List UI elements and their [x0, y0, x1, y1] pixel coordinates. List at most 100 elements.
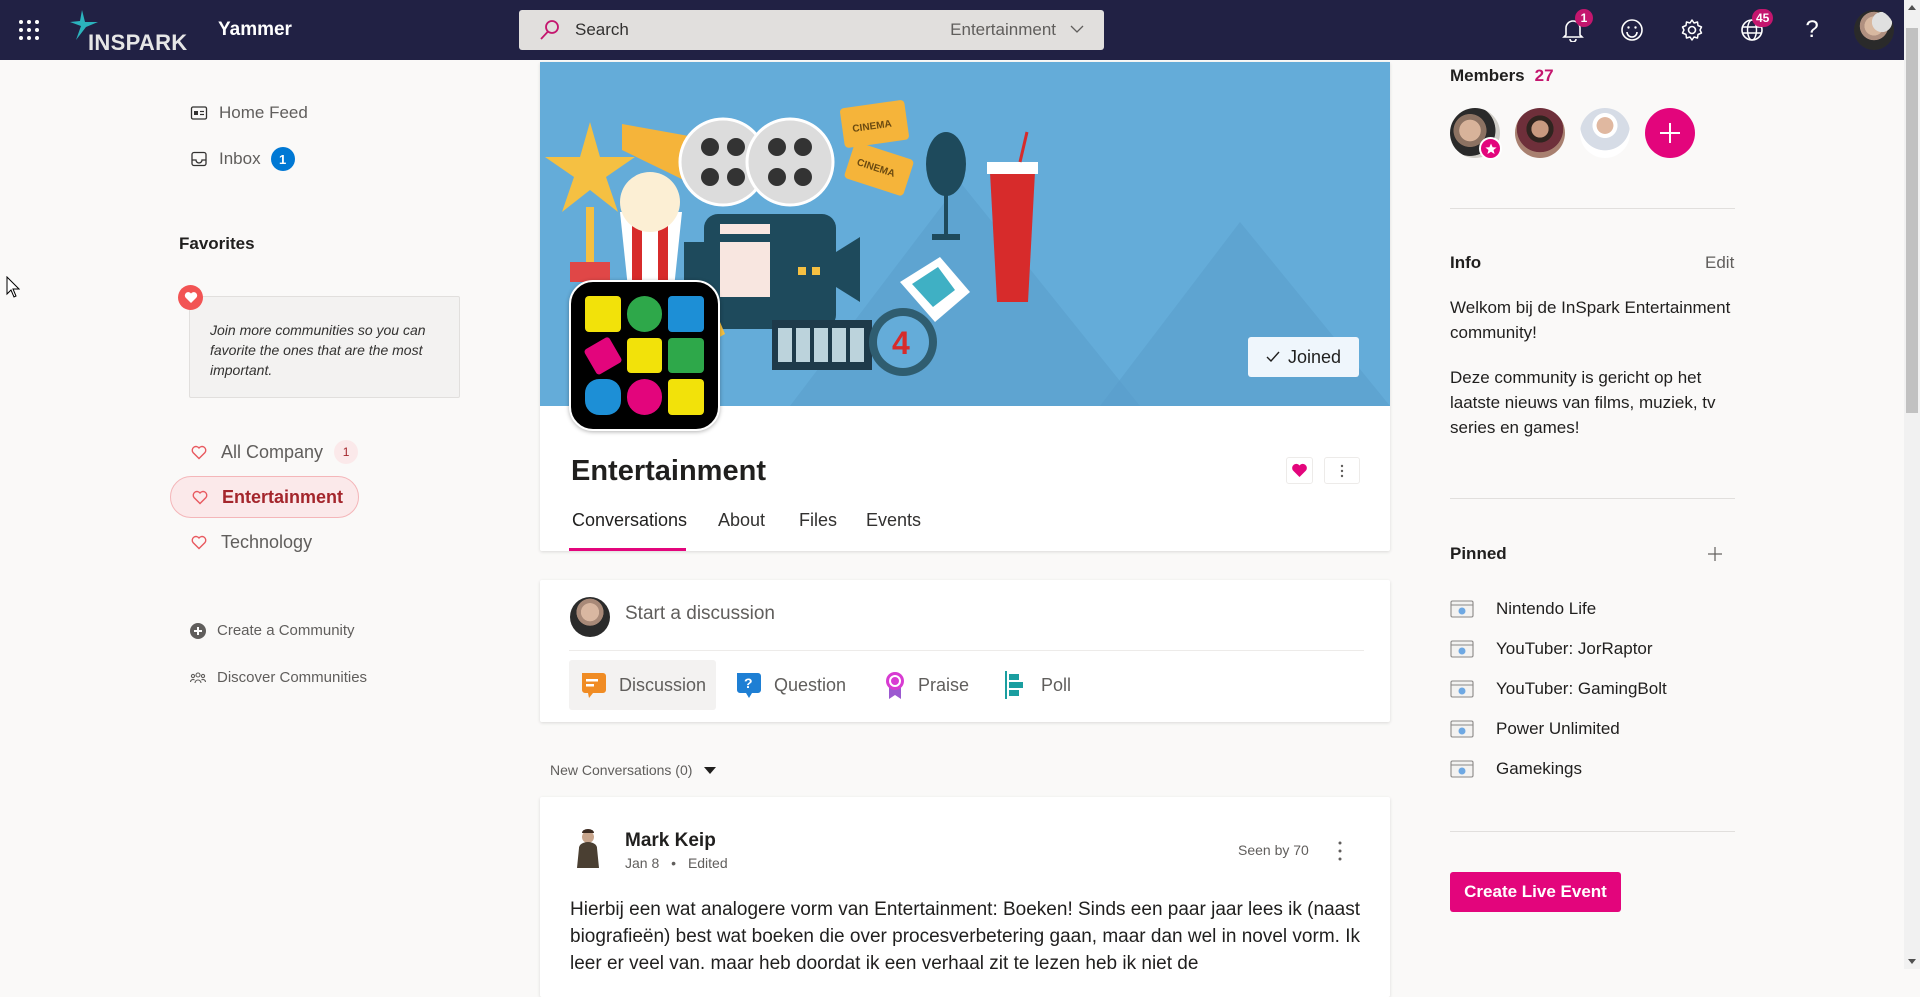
- scroll-down-arrow-icon[interactable]: [1908, 959, 1916, 964]
- tab-files[interactable]: Files: [799, 510, 837, 531]
- plus-icon: [1660, 123, 1680, 143]
- praise-label: Praise: [918, 674, 970, 695]
- pinned-item[interactable]: YouTuber: JorRaptor: [1450, 639, 1653, 659]
- page-scrollbar[interactable]: [1904, 0, 1920, 969]
- community-logo: [569, 280, 720, 431]
- nav-home-feed[interactable]: Home Feed: [190, 103, 308, 123]
- pinned-heading: Pinned: [1450, 544, 1507, 563]
- search-scope-selector[interactable]: Entertainment: [950, 20, 1056, 40]
- feedback-button[interactable]: [1616, 14, 1648, 46]
- network-switcher-button[interactable]: 45: [1736, 9, 1774, 46]
- scroll-up-arrow-icon[interactable]: [1908, 5, 1916, 10]
- app-name[interactable]: Yammer: [218, 19, 292, 41]
- post-author-avatar[interactable]: [571, 828, 605, 868]
- favorite-community-button[interactable]: [1286, 457, 1313, 484]
- member-avatar[interactable]: [1515, 108, 1565, 158]
- tab-conversations[interactable]: Conversations: [572, 510, 687, 531]
- discussion-icon: [582, 673, 606, 698]
- help-button[interactable]: ?: [1796, 14, 1828, 46]
- favorites-tip: Join more communities so you can favorit…: [189, 296, 460, 398]
- discussion-label: Discussion: [619, 674, 707, 695]
- pinned-item-label: Power Unlimited: [1496, 719, 1620, 738]
- members-heading[interactable]: Members 27: [1450, 66, 1554, 86]
- post-type-poll[interactable]: Poll: [993, 660, 1081, 710]
- create-community-label: Create a Community: [217, 622, 355, 639]
- poll-label: Poll: [1041, 674, 1072, 695]
- add-pinned-icon[interactable]: [1707, 546, 1723, 562]
- heart-outline-icon[interactable]: [192, 490, 208, 505]
- community-label: All Company: [221, 441, 324, 462]
- pinned-item[interactable]: Nintendo Life: [1450, 599, 1596, 619]
- notifications-button[interactable]: 1: [1557, 9, 1593, 46]
- inspark-logo[interactable]: INSPARK: [70, 10, 187, 55]
- tab-about[interactable]: About: [718, 510, 765, 531]
- web-link-icon: [1450, 680, 1474, 698]
- divider: [1450, 498, 1735, 499]
- heart-icon: [178, 285, 203, 310]
- poll-icon: [1005, 671, 1023, 699]
- heart-filled-icon: [1292, 463, 1307, 477]
- heart-outline-icon[interactable]: [191, 535, 207, 550]
- pinned-item[interactable]: YouTuber: GamingBolt: [1450, 679, 1667, 699]
- settings-button[interactable]: [1676, 14, 1708, 46]
- community-title: Entertainment: [571, 455, 766, 487]
- post-date[interactable]: Jan 8: [625, 855, 659, 871]
- chevron-down-icon[interactable]: [1070, 22, 1084, 36]
- more-vertical-icon[interactable]: [1332, 838, 1348, 864]
- search-input[interactable]: [575, 10, 875, 50]
- tab-events[interactable]: Events: [866, 510, 921, 531]
- web-link-icon: [1450, 640, 1474, 658]
- post-author-name[interactable]: Mark Keip: [625, 830, 716, 852]
- top-bar: INSPARK Yammer Entertainment 1: [0, 0, 1904, 60]
- nav-inbox[interactable]: Inbox 1: [190, 147, 295, 171]
- composer-divider: [569, 650, 1364, 651]
- speaker-icon: [668, 296, 704, 332]
- post-seen-count[interactable]: Seen by 70: [1238, 842, 1309, 858]
- post-type-discussion[interactable]: Discussion: [569, 660, 717, 710]
- community-all-company[interactable]: All Company 1: [170, 431, 359, 473]
- scroll-thumb[interactable]: [1906, 28, 1918, 413]
- edit-info-link[interactable]: Edit: [1705, 253, 1734, 273]
- video-camera-icon: [626, 337, 663, 374]
- people-icon: [190, 671, 206, 683]
- user-avatar[interactable]: [1854, 10, 1894, 50]
- add-member-button[interactable]: [1645, 108, 1695, 158]
- pinned-item[interactable]: Gamekings: [1450, 759, 1582, 779]
- create-community-link[interactable]: Create a Community: [190, 622, 355, 639]
- search-bar[interactable]: Entertainment: [519, 10, 1104, 50]
- community-more-options-button[interactable]: [1324, 457, 1360, 484]
- discover-communities-link[interactable]: Discover Communities: [190, 669, 367, 686]
- ticket-icon: [583, 336, 623, 375]
- news-icon: [190, 106, 208, 120]
- pinned-item-label: YouTuber: JorRaptor: [1496, 639, 1653, 658]
- community-entertainment[interactable]: Entertainment: [170, 476, 359, 518]
- photos-icon: [668, 337, 704, 374]
- members-label: Members: [1450, 66, 1525, 85]
- checkmark-icon: [1266, 351, 1280, 363]
- feed-filter-label: New Conversations (0): [550, 762, 693, 778]
- pinned-item[interactable]: Power Unlimited: [1450, 719, 1620, 739]
- plus-circle-icon: [190, 622, 206, 639]
- post-type-question[interactable]: ? Question: [724, 660, 856, 710]
- start-discussion-input[interactable]: [625, 603, 1225, 625]
- post-body: Hierbij een wat analogere vorm van Enter…: [570, 899, 1360, 969]
- heart-outline-icon[interactable]: [191, 445, 207, 460]
- divider: [1450, 831, 1735, 832]
- feed-filter-dropdown[interactable]: New Conversations (0): [550, 762, 717, 778]
- members-count: 27: [1534, 66, 1554, 85]
- joined-button[interactable]: Joined: [1248, 337, 1359, 377]
- search-icon: [540, 20, 559, 40]
- web-link-icon: [1450, 720, 1474, 738]
- post-edited-label: Edited: [687, 855, 728, 871]
- create-live-event-button[interactable]: Create Live Event: [1450, 872, 1621, 912]
- owner-star-icon: [1479, 137, 1502, 160]
- community-technology[interactable]: Technology: [170, 521, 312, 563]
- waffle-icon[interactable]: [19, 20, 39, 40]
- pinned-item-label: Gamekings: [1496, 759, 1582, 778]
- post-type-praise[interactable]: Praise: [872, 660, 979, 710]
- member-avatar[interactable]: [1580, 108, 1630, 158]
- unread-count-badge: 1: [334, 440, 359, 464]
- composer-user-avatar: [570, 597, 610, 637]
- divider: [1450, 208, 1735, 209]
- favorites-heading: Favorites: [179, 234, 255, 253]
